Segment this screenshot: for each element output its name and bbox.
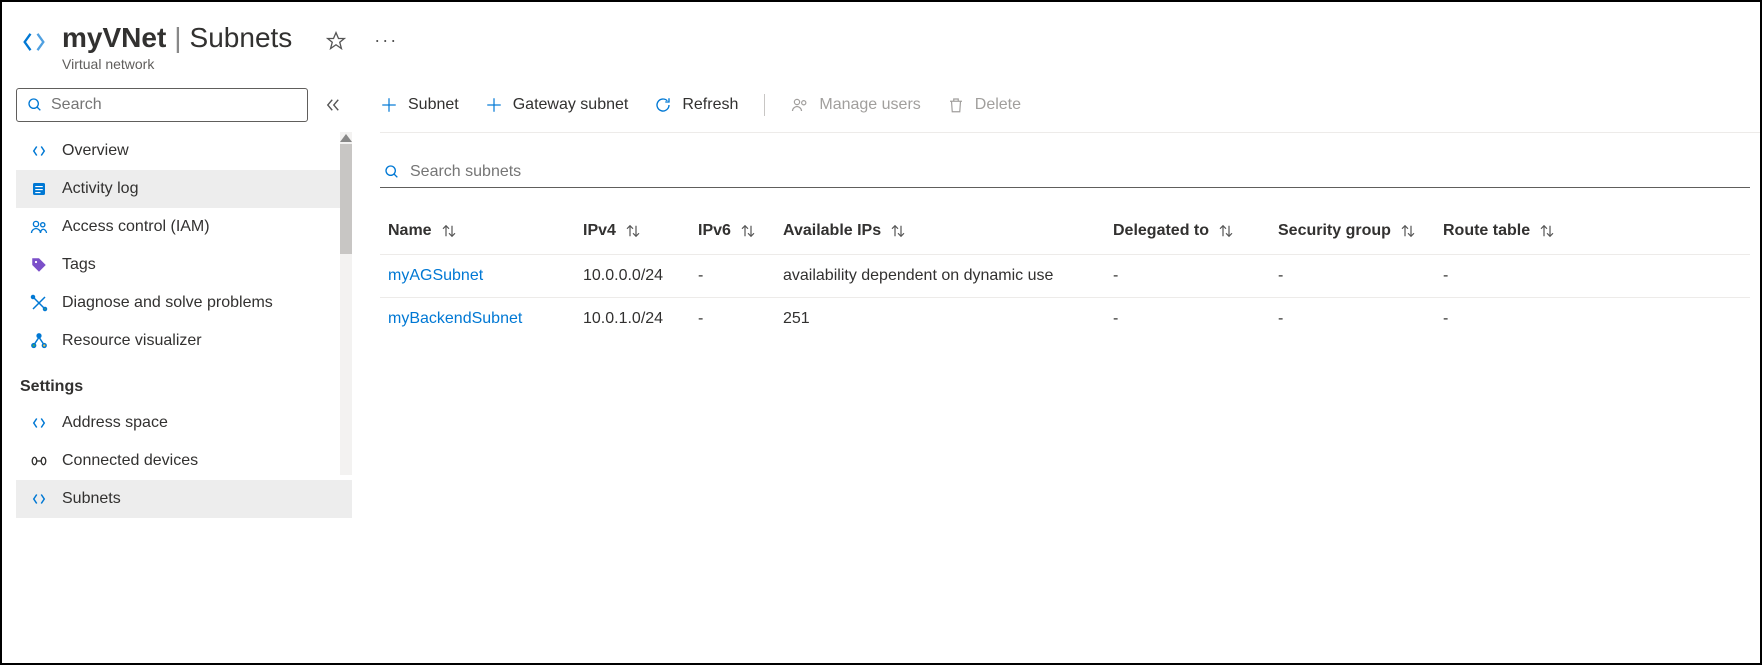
nav-connected-devices[interactable]: Connected devices <box>16 442 352 480</box>
btn-label: Manage users <box>819 96 920 114</box>
th-ipv6[interactable]: IPv6 <box>690 208 775 255</box>
sort-icon <box>1538 223 1556 239</box>
page-title: myVNet | Subnets <box>62 22 292 54</box>
nav-subnets[interactable]: Subnets <box>16 480 352 518</box>
resource-visualizer-icon <box>30 332 48 350</box>
favorite-star-icon[interactable] <box>326 31 346 51</box>
cell-ipv4: 10.0.1.0/24 <box>575 298 690 341</box>
subnets-icon <box>30 490 48 508</box>
nav-tags[interactable]: Tags <box>16 246 352 284</box>
activity-log-icon <box>30 180 48 198</box>
nav-label: Diagnose and solve problems <box>62 294 273 312</box>
sidebar-search-input[interactable] <box>51 96 297 114</box>
trash-icon <box>947 96 965 114</box>
sidebar: Overview Activity log Access control (IA… <box>2 82 352 653</box>
scroll-up-arrow-icon[interactable] <box>340 134 352 142</box>
th-name[interactable]: Name <box>380 208 575 255</box>
th-security[interactable]: Security group <box>1270 208 1435 255</box>
nav-label: Overview <box>62 142 129 160</box>
plus-icon <box>485 96 503 114</box>
toolbar-separator <box>764 94 765 116</box>
vnet-icon <box>20 28 48 56</box>
th-route[interactable]: Route table <box>1435 208 1750 255</box>
th-available[interactable]: Available IPs <box>775 208 1105 255</box>
command-bar: Subnet Gateway subnet Refresh Manage use… <box>380 88 1760 133</box>
btn-label: Refresh <box>682 96 738 114</box>
nav-address-space[interactable]: Address space <box>16 404 352 442</box>
refresh-icon <box>654 96 672 114</box>
nav-list: Overview Activity log Access control (IA… <box>16 132 352 360</box>
btn-label: Subnet <box>408 96 459 114</box>
nav-access-control[interactable]: Access control (IAM) <box>16 208 352 246</box>
subnet-search-input[interactable] <box>410 163 1746 181</box>
cell-ipv6: - <box>690 255 775 298</box>
sort-icon <box>1217 223 1235 239</box>
tag-icon <box>30 256 48 274</box>
delete-button: Delete <box>947 96 1021 114</box>
sort-icon <box>624 223 642 239</box>
cell-delegated: - <box>1105 298 1270 341</box>
manage-users-button: Manage users <box>791 96 920 114</box>
sidebar-scrollbar[interactable] <box>340 132 352 475</box>
resource-name: myVNet <box>62 22 166 54</box>
cell-security: - <box>1270 255 1435 298</box>
cell-route: - <box>1435 255 1750 298</box>
nav-diagnose[interactable]: Diagnose and solve problems <box>16 284 352 322</box>
th-delegated[interactable]: Delegated to <box>1105 208 1270 255</box>
sort-icon <box>1399 223 1417 239</box>
subnet-link[interactable]: myBackendSubnet <box>388 310 522 327</box>
subnet-search[interactable] <box>380 157 1750 188</box>
connected-devices-icon <box>30 452 48 470</box>
table-row[interactable]: myAGSubnet 10.0.0.0/24 - availability de… <box>380 255 1750 298</box>
vnet-small-icon <box>30 142 48 160</box>
nav-label: Access control (IAM) <box>62 218 210 236</box>
nav-label: Subnets <box>62 490 121 508</box>
sort-icon <box>739 223 757 239</box>
refresh-button[interactable]: Refresh <box>654 96 738 114</box>
add-subnet-button[interactable]: Subnet <box>380 96 459 114</box>
collapse-sidebar-icon[interactable] <box>324 96 342 114</box>
nav-label: Address space <box>62 414 168 432</box>
btn-label: Delete <box>975 96 1021 114</box>
sidebar-search[interactable] <box>16 88 308 122</box>
nav-label: Tags <box>62 256 96 274</box>
sort-icon <box>889 223 907 239</box>
search-icon <box>384 164 400 180</box>
th-ipv4[interactable]: IPv4 <box>575 208 690 255</box>
title-block: myVNet | Subnets Virtual network <box>62 22 292 72</box>
cell-available: 251 <box>775 298 1105 341</box>
cell-delegated: - <box>1105 255 1270 298</box>
nav-label: Resource visualizer <box>62 332 202 350</box>
settings-group-title: Settings <box>16 360 352 404</box>
people-icon <box>791 96 809 114</box>
scroll-thumb[interactable] <box>340 144 352 254</box>
subnets-table: Name IPv4 IPv6 Available IPs Delegated t… <box>380 208 1750 340</box>
cell-ipv4: 10.0.0.0/24 <box>575 255 690 298</box>
nav-label: Connected devices <box>62 452 198 470</box>
cell-route: - <box>1435 298 1750 341</box>
address-space-icon <box>30 414 48 432</box>
cell-ipv6: - <box>690 298 775 341</box>
diagnose-icon <box>30 294 48 312</box>
main-content: Subnet Gateway subnet Refresh Manage use… <box>352 82 1760 653</box>
people-icon <box>30 218 48 236</box>
plus-icon <box>380 96 398 114</box>
cell-available: availability dependent on dynamic use <box>775 255 1105 298</box>
nav-label: Activity log <box>62 180 138 198</box>
nav-resource-visualizer[interactable]: Resource visualizer <box>16 322 352 360</box>
search-icon <box>27 97 43 113</box>
subnet-link[interactable]: myAGSubnet <box>388 267 483 284</box>
btn-label: Gateway subnet <box>513 96 629 114</box>
page-header: myVNet | Subnets Virtual network ··· <box>2 2 1760 82</box>
table-row[interactable]: myBackendSubnet 10.0.1.0/24 - 251 - - - <box>380 298 1750 341</box>
resource-type: Virtual network <box>62 56 292 72</box>
sort-icon <box>440 223 458 239</box>
cell-security: - <box>1270 298 1435 341</box>
settings-nav-list: Address space Connected devices Subnets <box>16 404 352 518</box>
blade-name: Subnets <box>190 22 293 54</box>
nav-overview[interactable]: Overview <box>16 132 352 170</box>
nav-activity-log[interactable]: Activity log <box>16 170 352 208</box>
more-menu-icon[interactable]: ··· <box>374 30 398 51</box>
add-gateway-subnet-button[interactable]: Gateway subnet <box>485 96 629 114</box>
